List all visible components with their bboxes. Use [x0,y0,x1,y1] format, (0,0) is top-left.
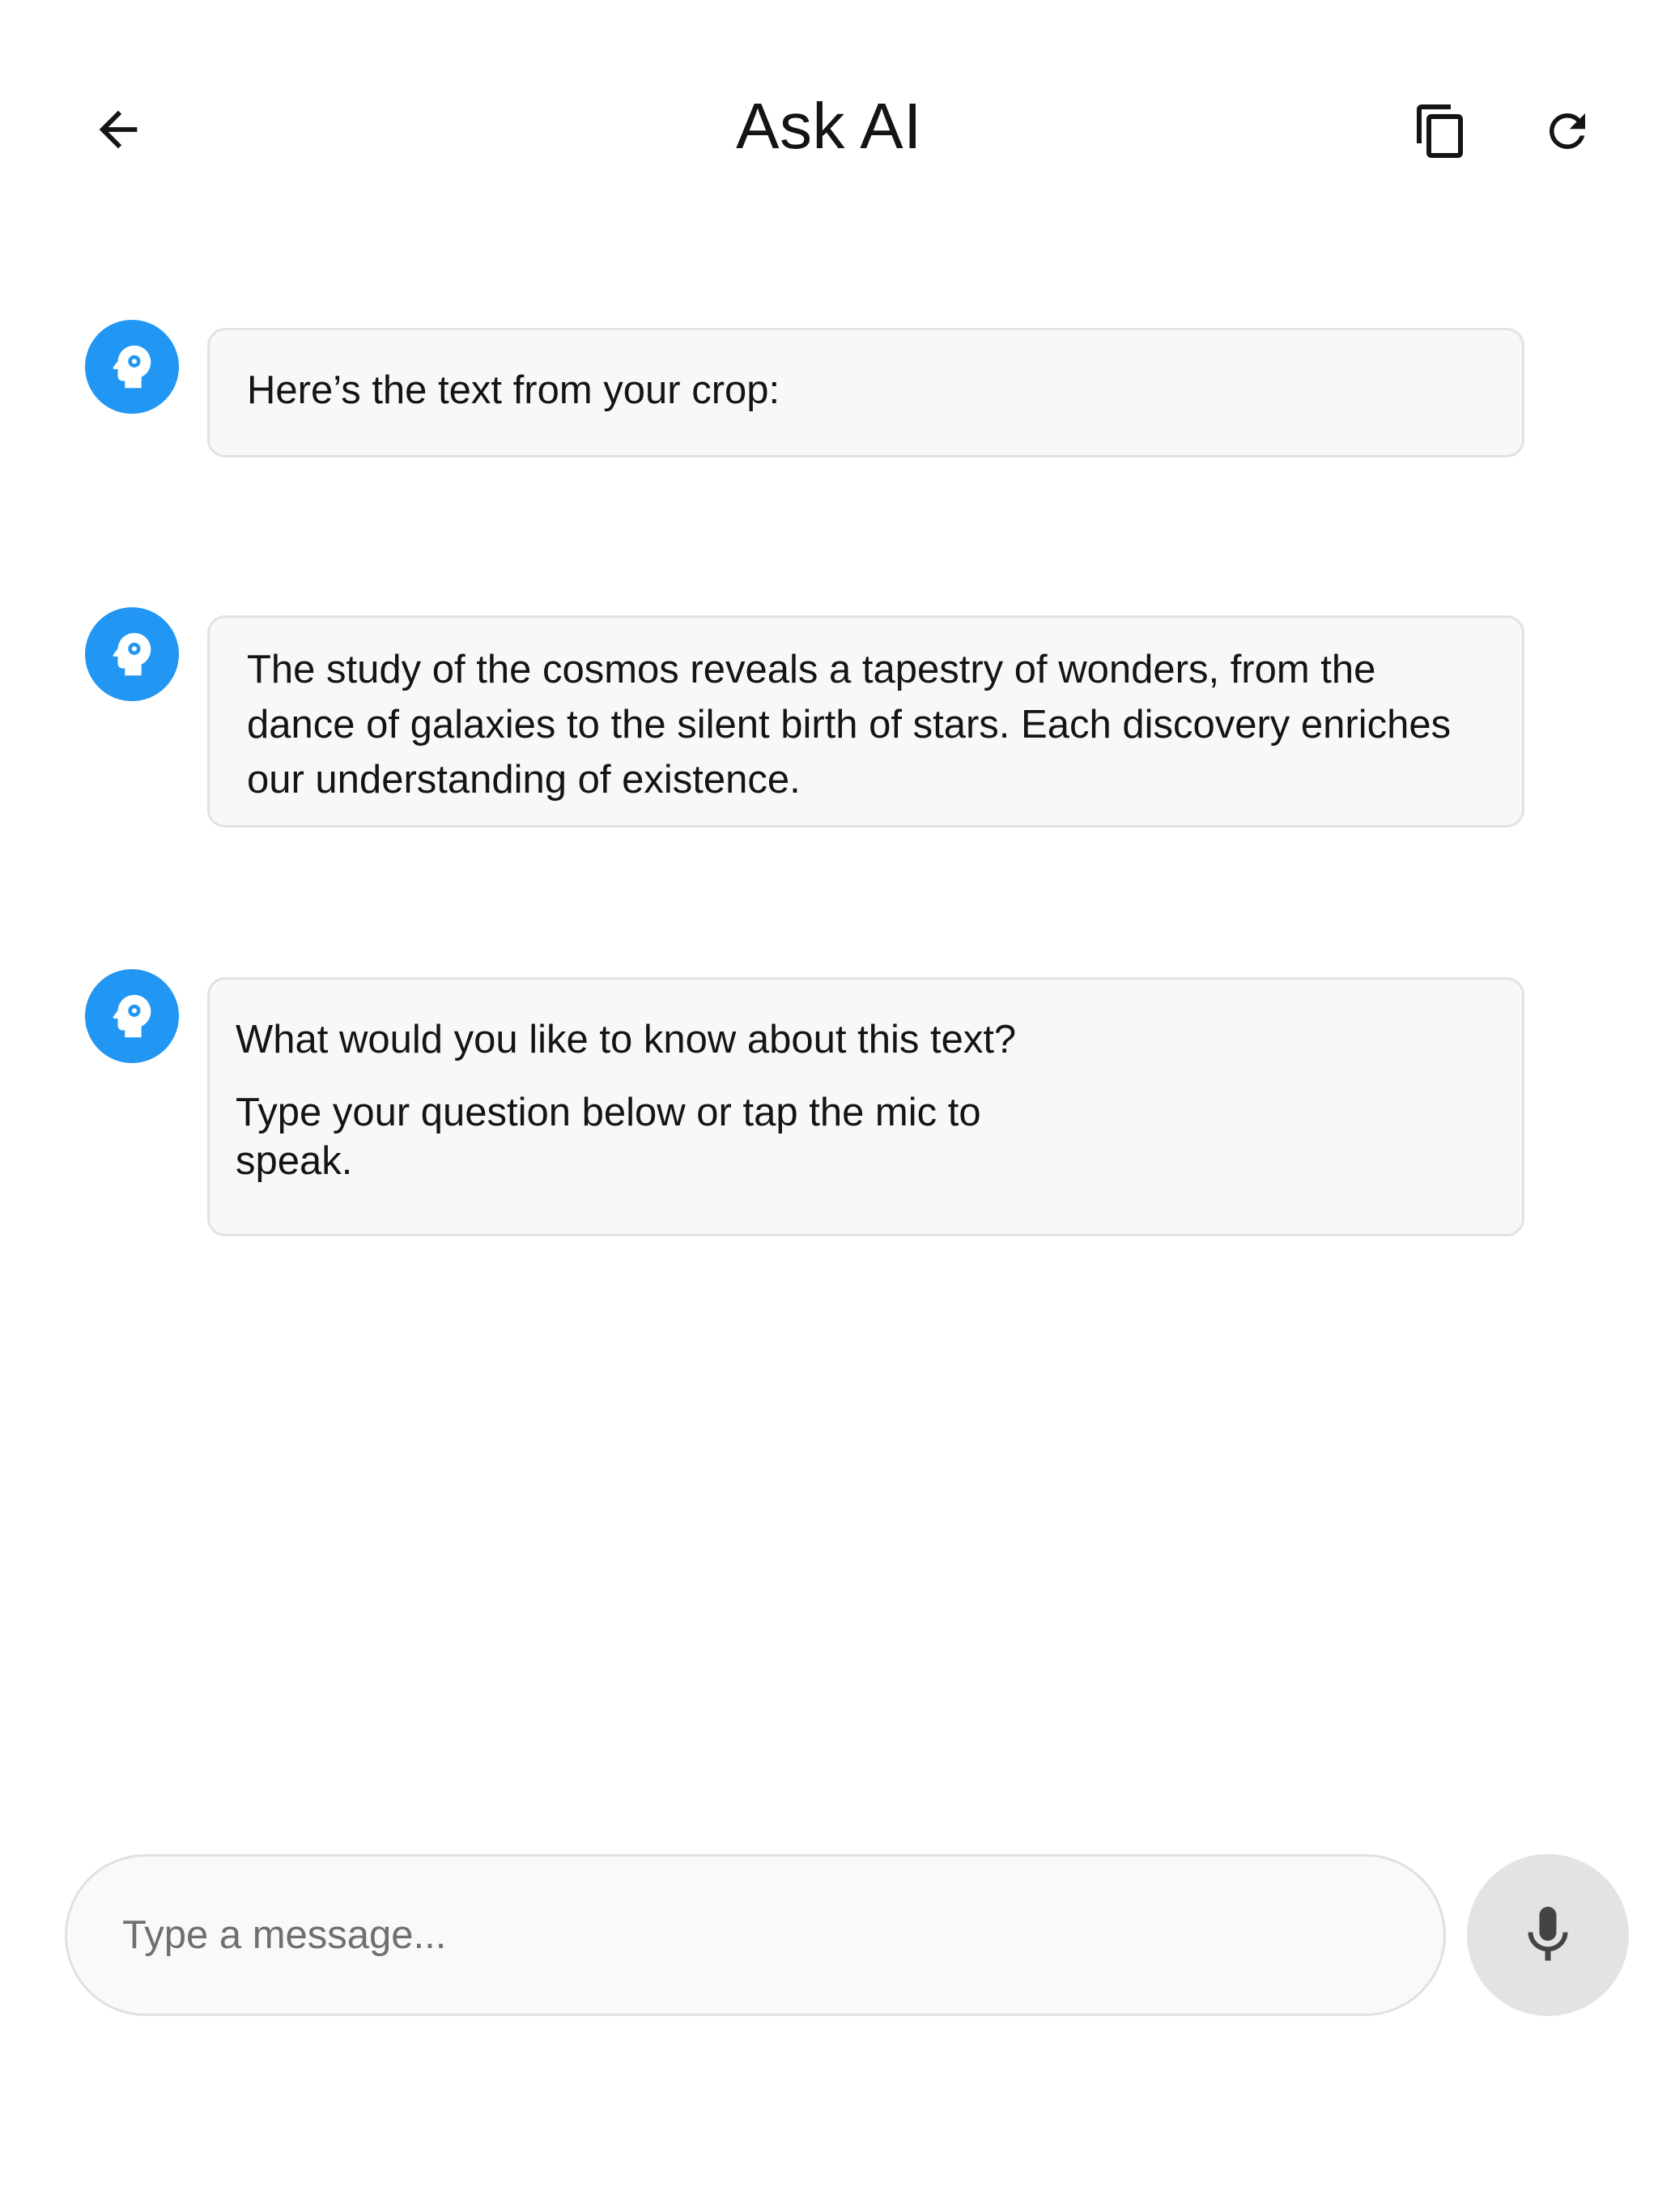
copy-button[interactable] [1392,83,1490,180]
message-bubble: What would you like to know about this t… [207,977,1524,1236]
refresh-icon [1550,113,1585,149]
ai-avatar [85,969,179,1063]
header-bar: Ask AI [0,0,1658,267]
microphone-icon [1528,1907,1568,1961]
message-text: Here’s the text from your crop: [247,368,780,412]
message-input[interactable] [121,1912,1390,1959]
ai-head-gear-icon [113,345,151,389]
message-text: The study of the cosmos reveals a tapest… [247,648,1452,802]
ai-head-gear-icon [113,632,151,676]
message-text: What would you like to know about this t… [236,1018,1017,1061]
refresh-button[interactable] [1519,83,1616,180]
message-bubble: The study of the cosmos reveals a tapest… [207,615,1524,827]
ai-avatar [85,320,179,414]
ai-head-gear-icon [113,994,151,1038]
mic-button[interactable] [1467,1854,1629,2016]
message-input-container[interactable] [65,1854,1446,2016]
message-bubble: Here’s the text from your crop: [207,328,1524,457]
ai-avatar [85,607,179,701]
message-text: Type your question below or tap the mic … [236,1091,981,1183]
copy-icon [1417,104,1463,158]
